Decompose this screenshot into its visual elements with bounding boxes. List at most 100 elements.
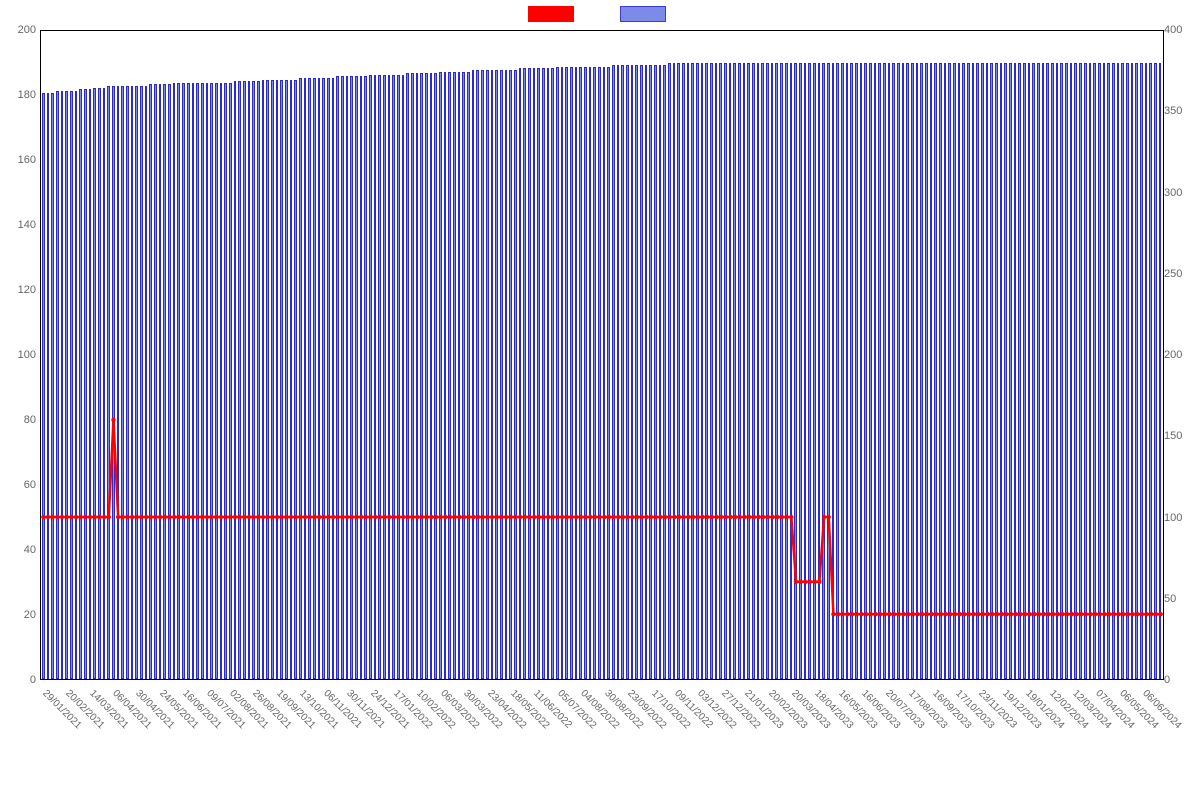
series-marker: [574, 515, 578, 519]
series-marker: [897, 612, 901, 616]
series-marker: [747, 515, 751, 519]
series-marker: [88, 515, 92, 519]
series-marker: [312, 515, 316, 519]
series-marker: [583, 515, 587, 519]
series-marker: [1098, 612, 1102, 616]
series-marker: [242, 515, 246, 519]
series-marker: [541, 515, 545, 519]
series-marker: [1037, 612, 1041, 616]
y-left-tick: 100: [8, 349, 36, 361]
series-marker: [784, 515, 788, 519]
series-marker: [1126, 612, 1130, 616]
series-marker: [284, 515, 288, 519]
series-marker: [1074, 612, 1078, 616]
series-marker: [144, 515, 148, 519]
series-marker: [1116, 612, 1120, 616]
series-marker: [439, 515, 443, 519]
series-marker: [97, 515, 101, 519]
series-marker: [387, 515, 391, 519]
series-marker: [1107, 612, 1111, 616]
series-marker: [102, 515, 106, 519]
series-marker: [289, 515, 293, 519]
series-marker: [878, 612, 882, 616]
series-marker: [167, 515, 171, 519]
series-marker: [1149, 612, 1153, 616]
series-marker: [410, 515, 414, 519]
series-marker: [845, 612, 849, 616]
series-marker: [228, 515, 232, 519]
series-marker: [149, 515, 153, 519]
series-marker: [93, 515, 97, 519]
series-marker: [462, 515, 466, 519]
y-left-tick: 200: [8, 24, 36, 36]
series-marker: [658, 515, 662, 519]
series-marker: [813, 580, 817, 584]
series-marker: [326, 515, 330, 519]
series-marker: [490, 515, 494, 519]
series-marker: [532, 515, 536, 519]
y-right-tick: 400: [1164, 24, 1192, 36]
series-marker: [939, 612, 943, 616]
series-marker: [214, 515, 218, 519]
series-marker: [948, 612, 952, 616]
series-marker: [205, 515, 209, 519]
series-marker: [448, 515, 452, 519]
series-marker: [943, 612, 947, 616]
series-marker: [373, 515, 377, 519]
series-marker: [915, 612, 919, 616]
series-marker: [382, 515, 386, 519]
y-left-tick: 80: [8, 414, 36, 426]
series-marker: [925, 612, 929, 616]
series-marker: [1140, 612, 1144, 616]
series-marker: [495, 515, 499, 519]
y-left-tick: 0: [8, 674, 36, 686]
series-marker: [836, 612, 840, 616]
series-marker: [83, 515, 87, 519]
series-marker: [696, 515, 700, 519]
series-marker: [415, 515, 419, 519]
series-marker: [420, 515, 424, 519]
series-marker: [869, 612, 873, 616]
series-marker: [1009, 612, 1013, 616]
series-marker: [668, 515, 672, 519]
series-marker: [209, 515, 213, 519]
series-marker: [1121, 612, 1125, 616]
series-marker: [135, 515, 139, 519]
series-marker: [976, 612, 980, 616]
series-marker: [873, 612, 877, 616]
series-marker: [303, 515, 307, 519]
series-marker: [125, 515, 129, 519]
series-marker: [55, 515, 59, 519]
series-marker: [107, 515, 111, 519]
series-marker: [172, 515, 176, 519]
legend-item-series1: [528, 6, 580, 22]
series-marker: [158, 515, 162, 519]
series-marker: [467, 515, 471, 519]
series-marker: [672, 515, 676, 519]
series-marker: [237, 515, 241, 519]
series-marker: [1023, 612, 1027, 616]
series-marker: [111, 418, 115, 422]
series-marker: [705, 515, 709, 519]
series-marker: [1135, 612, 1139, 616]
series-marker: [396, 515, 400, 519]
series-marker: [1056, 612, 1060, 616]
series-marker: [364, 515, 368, 519]
series-marker: [593, 515, 597, 519]
series-marker: [892, 612, 896, 616]
series-marker: [644, 515, 648, 519]
series-marker: [850, 612, 854, 616]
series-marker: [504, 515, 508, 519]
series-marker: [340, 515, 344, 519]
series-marker: [789, 515, 793, 519]
series-marker: [401, 515, 405, 519]
series-marker: [406, 515, 410, 519]
series-marker: [719, 515, 723, 519]
series-marker: [481, 515, 485, 519]
series-marker: [294, 515, 298, 519]
series-marker: [654, 515, 658, 519]
series-marker: [69, 515, 73, 519]
series-marker: [761, 515, 765, 519]
series-marker: [770, 515, 774, 519]
series-marker: [551, 515, 555, 519]
